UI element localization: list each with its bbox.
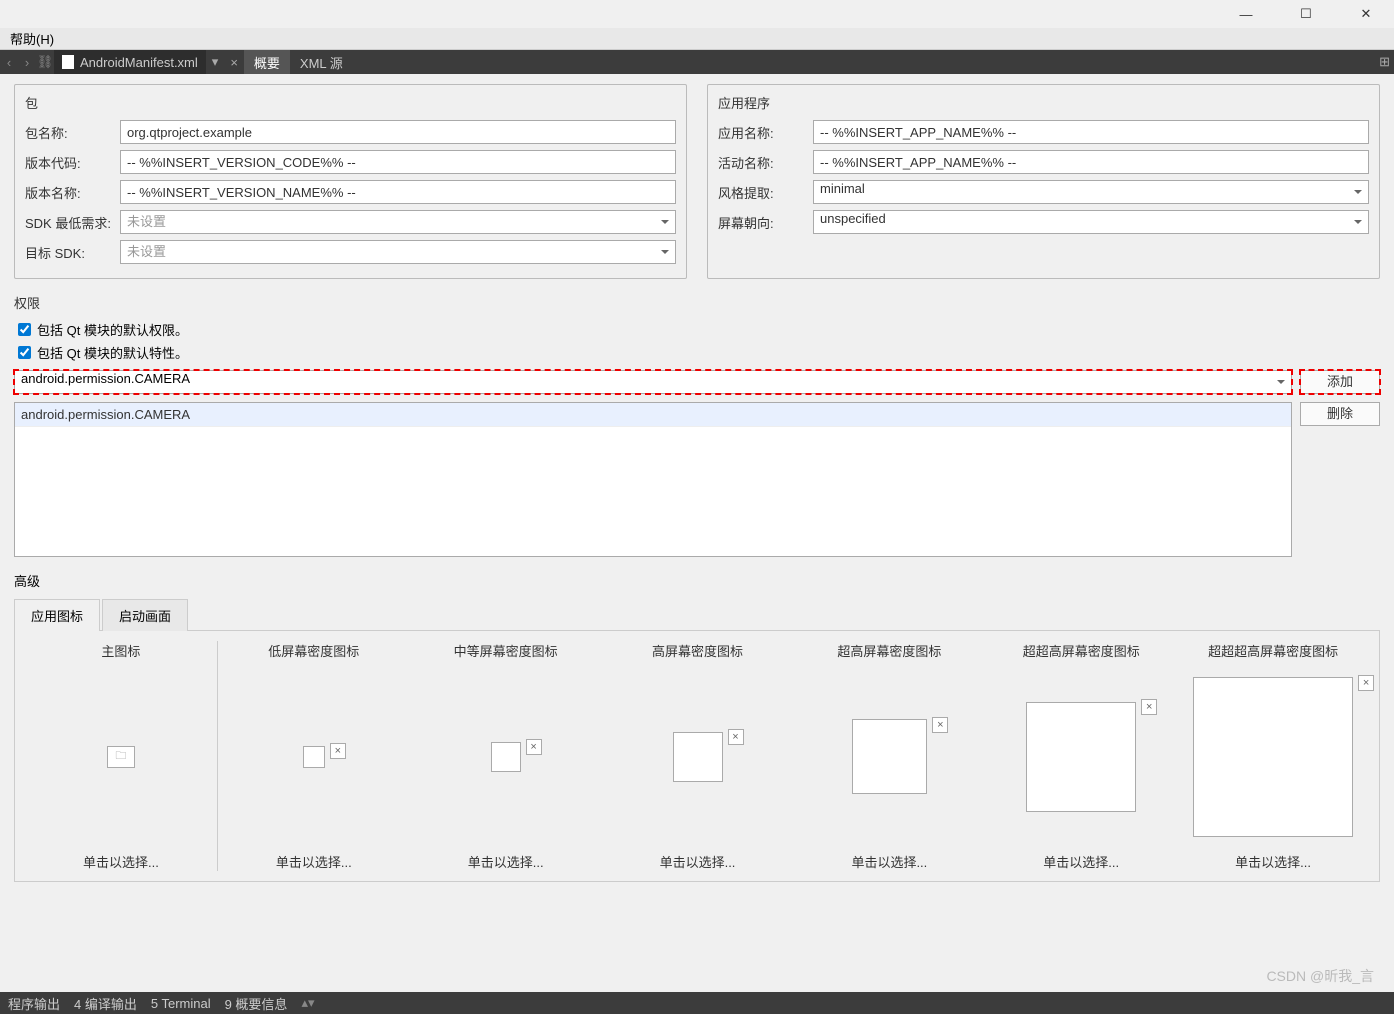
icon-select-ldpi[interactable]: 单击以选择... bbox=[276, 852, 352, 871]
editor-tab-strip: ‹ › ⛓ AndroidManifest.xml ▾ × 概要 XML 源 ⊞ bbox=[0, 50, 1394, 74]
target-sdk-select[interactable]: 未设置 bbox=[120, 240, 676, 264]
subtab-splash[interactable]: 启动画面 bbox=[102, 599, 188, 631]
status-bar: 程序输出 4 编译输出 5 Terminal 9 概要信息 ▴▾ bbox=[0, 992, 1394, 1014]
version-code-input[interactable] bbox=[120, 150, 676, 174]
lock-icon[interactable]: ⛓ bbox=[36, 54, 54, 70]
close-window-button[interactable]: ✕ bbox=[1346, 0, 1386, 28]
sub-tab-xml-source[interactable]: XML 源 bbox=[290, 50, 353, 74]
icon-label-master: 主图标 bbox=[101, 641, 140, 659]
orientation-label: 屏幕朝向: bbox=[718, 213, 813, 232]
include-qt-perms-checkbox[interactable] bbox=[18, 323, 31, 336]
style-extract-label: 风格提取: bbox=[718, 183, 813, 202]
package-group: 包 包名称: 版本代码: 版本名称: SDK 最低需求: 未设置 目标 SDK:… bbox=[14, 84, 687, 279]
icon-select-hdpi[interactable]: 单击以选择... bbox=[660, 852, 736, 871]
icons-panel: 主图标 🗀 单击以选择... 低屏幕密度图标 × 单击以选择... 中等屏幕密度… bbox=[14, 631, 1380, 882]
style-extract-select[interactable]: minimal bbox=[813, 180, 1369, 204]
watermark: CSDN @昕我_言 bbox=[1266, 966, 1374, 986]
minimize-button[interactable]: — bbox=[1226, 0, 1266, 28]
icon-col-master: 主图标 🗀 单击以选择... bbox=[25, 641, 218, 871]
advanced-subtabs: 应用图标 启动画面 bbox=[14, 598, 1380, 631]
add-permission-button[interactable]: 添加 bbox=[1300, 370, 1380, 394]
version-name-input[interactable] bbox=[120, 180, 676, 204]
orientation-select[interactable]: unspecified bbox=[813, 210, 1369, 234]
icon-label-xxhdpi: 超超高屏幕密度图标 bbox=[1023, 641, 1140, 659]
tab-dropdown-icon[interactable]: ▾ bbox=[206, 54, 225, 70]
window-titlebar: — ☐ ✕ bbox=[0, 0, 1394, 28]
maximize-button[interactable]: ☐ bbox=[1286, 0, 1326, 28]
clear-icon-mdpi[interactable]: × bbox=[526, 739, 542, 755]
icon-box-hdpi[interactable] bbox=[673, 732, 723, 782]
advanced-title: 高级 bbox=[14, 571, 1380, 590]
tab-close-icon[interactable]: × bbox=[224, 55, 244, 70]
nav-back-icon[interactable]: ‹ bbox=[0, 55, 18, 70]
file-tab-name: AndroidManifest.xml bbox=[80, 55, 198, 70]
icon-col-hdpi: 高屏幕密度图标 × 单击以选择... bbox=[602, 641, 794, 871]
icon-box-mdpi[interactable] bbox=[491, 742, 521, 772]
app-name-input[interactable] bbox=[813, 120, 1369, 144]
icon-col-xxxhdpi: 超超超高屏幕密度图标 × 单击以选择... bbox=[1177, 641, 1369, 871]
icon-select-xxhdpi[interactable]: 单击以选择... bbox=[1043, 852, 1119, 871]
icon-label-hdpi: 高屏幕密度图标 bbox=[652, 641, 743, 659]
include-qt-features-label: 包括 Qt 模块的默认特性。 bbox=[37, 343, 188, 362]
clear-icon-xxhdpi[interactable]: × bbox=[1141, 699, 1157, 715]
application-group: 应用程序 应用名称: 活动名称: 风格提取: minimal 屏幕朝向: uns… bbox=[707, 84, 1380, 279]
icon-select-xxxhdpi[interactable]: 单击以选择... bbox=[1235, 852, 1311, 871]
icon-box-xxhdpi[interactable] bbox=[1026, 702, 1136, 812]
application-group-title: 应用程序 bbox=[718, 93, 1369, 112]
version-name-label: 版本名称: bbox=[25, 183, 120, 202]
activity-name-input[interactable] bbox=[813, 150, 1369, 174]
remove-permission-button[interactable]: 删除 bbox=[1300, 402, 1380, 426]
package-name-label: 包名称: bbox=[25, 123, 120, 142]
permission-list-item[interactable]: android.permission.CAMERA bbox=[15, 403, 1291, 427]
include-qt-perms-label: 包括 Qt 模块的默认权限。 bbox=[37, 320, 188, 339]
permissions-title: 权限 bbox=[14, 293, 1380, 312]
sub-tab-summary[interactable]: 概要 bbox=[244, 50, 290, 74]
icon-label-xxxhdpi: 超超超高屏幕密度图标 bbox=[1208, 641, 1338, 659]
status-tab-build[interactable]: 4 编译输出 bbox=[74, 994, 137, 1013]
clear-icon-hdpi[interactable]: × bbox=[728, 729, 744, 745]
include-qt-features-checkbox[interactable] bbox=[18, 346, 31, 359]
clear-icon-xhdpi[interactable]: × bbox=[932, 717, 948, 733]
subtab-app-icon[interactable]: 应用图标 bbox=[14, 599, 100, 631]
icon-box-xhdpi[interactable] bbox=[852, 719, 927, 794]
menu-bar: 帮助(H) bbox=[0, 28, 1394, 50]
icon-label-mdpi: 中等屏幕密度图标 bbox=[454, 641, 558, 659]
permission-combo[interactable]: android.permission.CAMERA bbox=[14, 370, 1292, 394]
content-area: 包 包名称: 版本代码: 版本名称: SDK 最低需求: 未设置 目标 SDK:… bbox=[0, 74, 1394, 920]
icon-col-xxhdpi: 超超高屏幕密度图标 × 单击以选择... bbox=[985, 641, 1177, 871]
nav-forward-icon[interactable]: › bbox=[18, 55, 36, 70]
icon-label-ldpi: 低屏幕密度图标 bbox=[268, 641, 359, 659]
file-icon bbox=[62, 55, 74, 69]
version-code-label: 版本代码: bbox=[25, 153, 120, 172]
icon-box-xxxhdpi[interactable] bbox=[1193, 677, 1353, 837]
min-sdk-label: SDK 最低需求: bbox=[25, 213, 120, 232]
split-editor-icon[interactable]: ⊞ bbox=[1379, 54, 1390, 70]
master-icon-button[interactable]: 🗀 bbox=[107, 746, 135, 768]
package-name-input[interactable] bbox=[120, 120, 676, 144]
menu-help[interactable]: 帮助(H) bbox=[10, 29, 54, 48]
target-sdk-label: 目标 SDK: bbox=[25, 243, 120, 262]
icon-col-mdpi: 中等屏幕密度图标 × 单击以选择... bbox=[410, 641, 602, 871]
min-sdk-select[interactable]: 未设置 bbox=[120, 210, 676, 234]
status-dropdown-icon[interactable]: ▴▾ bbox=[301, 995, 314, 1011]
activity-name-label: 活动名称: bbox=[718, 153, 813, 172]
status-tab-summary[interactable]: 9 概要信息 bbox=[225, 994, 288, 1013]
icon-col-xhdpi: 超高屏幕密度图标 × 单击以选择... bbox=[793, 641, 985, 871]
icon-select-master[interactable]: 单击以选择... bbox=[83, 852, 159, 871]
icon-col-ldpi: 低屏幕密度图标 × 单击以选择... bbox=[218, 641, 410, 871]
permission-list[interactable]: android.permission.CAMERA bbox=[14, 402, 1292, 557]
icon-select-mdpi[interactable]: 单击以选择... bbox=[468, 852, 544, 871]
package-group-title: 包 bbox=[25, 93, 676, 112]
clear-icon-ldpi[interactable]: × bbox=[330, 743, 346, 759]
clear-icon-xxxhdpi[interactable]: × bbox=[1358, 675, 1374, 691]
status-tab-terminal[interactable]: 5 Terminal bbox=[151, 996, 211, 1011]
icon-select-xhdpi[interactable]: 单击以选择... bbox=[851, 852, 927, 871]
icon-box-ldpi[interactable] bbox=[303, 746, 325, 768]
icon-label-xhdpi: 超高屏幕密度图标 bbox=[837, 641, 941, 659]
file-tab[interactable]: AndroidManifest.xml bbox=[54, 50, 206, 74]
permissions-group: 权限 包括 Qt 模块的默认权限。 包括 Qt 模块的默认特性。 android… bbox=[14, 293, 1380, 557]
status-tab-output[interactable]: 程序输出 bbox=[8, 994, 60, 1013]
app-name-label: 应用名称: bbox=[718, 123, 813, 142]
